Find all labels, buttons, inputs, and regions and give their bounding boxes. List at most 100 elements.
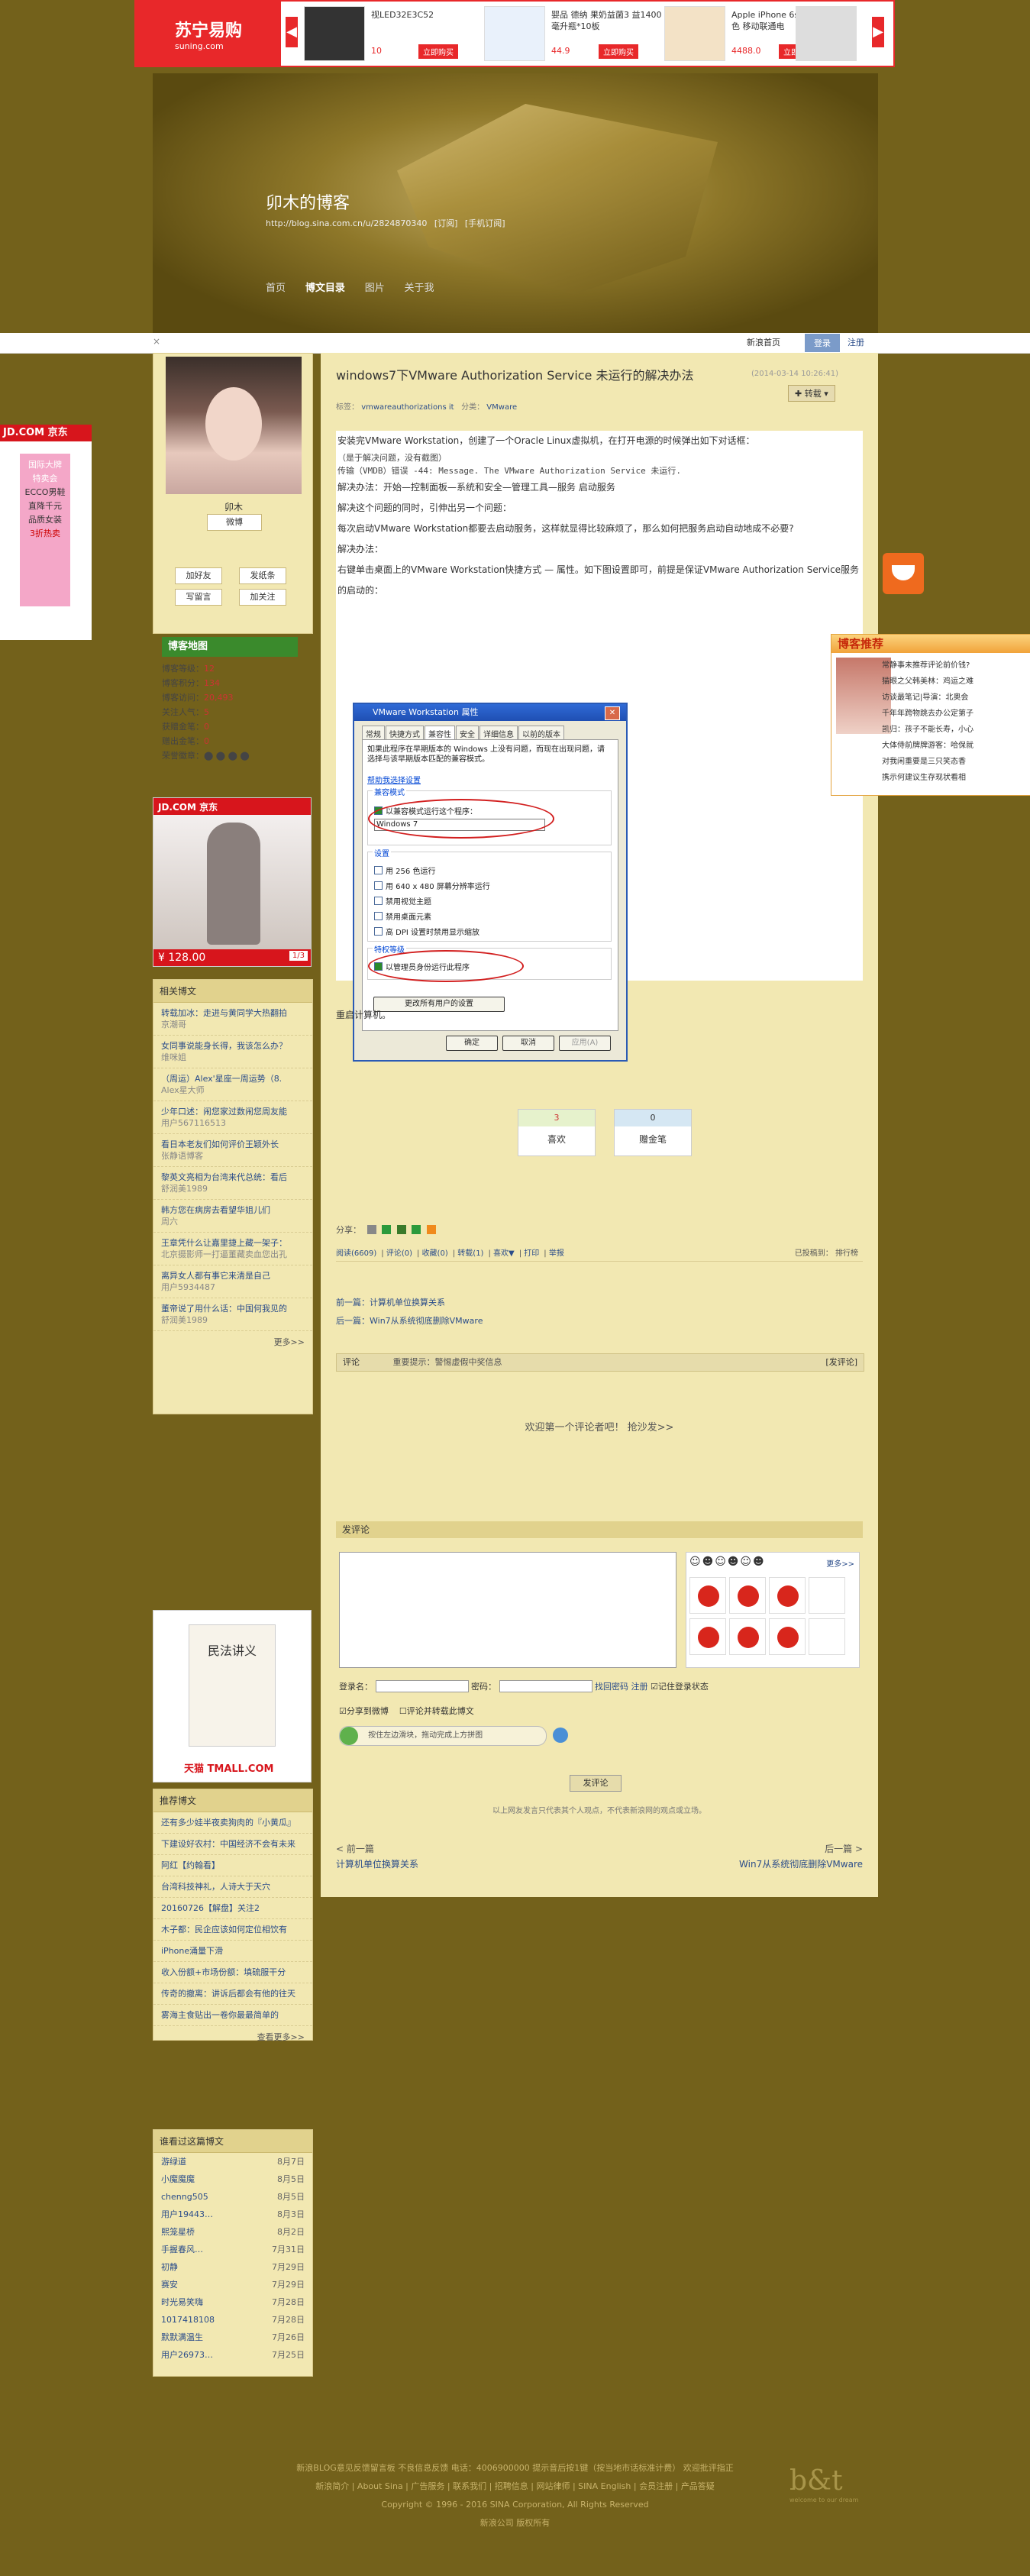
visitor-row[interactable]: 手握春风… 7月31日: [153, 2241, 312, 2258]
password-input[interactable]: [499, 1680, 592, 1692]
visitor-row[interactable]: 用户26973… 7月25日: [153, 2346, 312, 2364]
recommend-float-item[interactable]: 大体侍前牌牌游客：哈保就: [882, 738, 1027, 754]
top-ad-banner[interactable]: 苏宁易购 suning.com ◀ 视LED32E3C52 10 立即购买 婴品 …: [134, 0, 895, 67]
next-post-link[interactable]: 后一篇：Win7从系统彻底删除VMware: [336, 1312, 483, 1330]
footer-line[interactable]: 新浪BLOG意见反馈留言板 不良信息反馈 电话：4006900000 提示音后按…: [0, 2459, 1030, 2477]
slider-captcha[interactable]: 按住左边滑块，拖动完成上方拼图: [339, 1726, 547, 1746]
print-link[interactable]: 打印: [524, 1249, 539, 1258]
comment-textarea[interactable]: [339, 1552, 676, 1668]
tag-link[interactable]: vmwareauthorizations it: [361, 403, 454, 412]
recommend-float-item[interactable]: 携示何建议生存现状看相: [882, 770, 1027, 786]
emoji-row-icons[interactable]: ☺☻☺☻☺☻: [689, 1556, 766, 1568]
share-qzone-icon[interactable]: [412, 1225, 421, 1234]
repost-link[interactable]: 转载(1): [457, 1249, 483, 1258]
follow-button[interactable]: 加关注: [239, 589, 286, 606]
recommend-item[interactable]: 还有多少娃半夜卖狗肉的『小黄瓜』: [153, 1812, 312, 1834]
ad-buy-button[interactable]: 立即购买: [599, 44, 638, 59]
comment-link[interactable]: 评论(0): [386, 1249, 412, 1258]
nickname[interactable]: 卯木: [153, 500, 314, 513]
avatar[interactable]: [166, 357, 302, 494]
like-link[interactable]: 喜欢▼: [493, 1249, 515, 1258]
nav-article-list[interactable]: 博文目录: [305, 283, 345, 294]
slider-handle[interactable]: [340, 1727, 358, 1745]
emoji-sticker[interactable]: [729, 1577, 766, 1614]
visitor-row[interactable]: 用户19443… 8月3日: [153, 2206, 312, 2223]
recommend-item[interactable]: iPhone涌量下滑: [153, 1941, 312, 1962]
weibo-button[interactable]: 微博: [207, 514, 262, 531]
favorite-link[interactable]: 收藏(0): [422, 1249, 448, 1258]
recommend-float-item[interactable]: 访谈最笔记|导演：北奥会: [882, 690, 1027, 706]
nav-home[interactable]: 首页: [266, 283, 286, 294]
gold-pen-button[interactable]: 0 赠金笔: [614, 1109, 692, 1156]
login-button[interactable]: 登录: [805, 334, 840, 352]
share-friends-icon[interactable]: [396, 1225, 406, 1234]
emoji-sticker[interactable]: [689, 1577, 726, 1614]
recommend-float-item[interactable]: 常静事未推荐评论前价钱?: [882, 658, 1027, 674]
related-item[interactable]: 女同事说能身长得，我该怎么办？ 维咪姐: [153, 1036, 312, 1068]
repost-button[interactable]: ✚ 转载 ▾: [788, 385, 835, 402]
visitor-row[interactable]: 熙笼星桥 8月2日: [153, 2223, 312, 2241]
emoji-sticker[interactable]: [729, 1618, 766, 1655]
register-link[interactable]: 注册: [848, 336, 864, 348]
emoji-sticker[interactable]: [769, 1577, 806, 1614]
visitor-row[interactable]: 游绿道 8月7日: [153, 2153, 312, 2170]
recommend-item[interactable]: 20160726【解盘】关注2: [153, 1898, 312, 1919]
report-link[interactable]: 举报: [549, 1249, 564, 1258]
emoji-sticker[interactable]: [689, 1618, 726, 1655]
category-link[interactable]: VMware: [486, 403, 517, 412]
sina-home-link[interactable]: 新浪首页: [747, 336, 780, 348]
emoji-sticker[interactable]: [769, 1618, 806, 1655]
recommend-float-item[interactable]: 千年年跨物跳去办公定第子: [882, 706, 1027, 722]
left-float-ad[interactable]: JD.COM 京东 国际大牌 特卖会 ECCO男鞋 直降千元 品质女装 3折热卖: [0, 425, 92, 640]
ad-item[interactable]: 视LED32E3C52 10 立即购买: [304, 6, 487, 61]
recommend-item[interactable]: 台湾科技神礼，人诗大于天穴: [153, 1876, 312, 1898]
emoji-sticker[interactable]: [809, 1618, 845, 1655]
related-more-link[interactable]: 更多>>: [153, 1331, 312, 1353]
visitor-row[interactable]: chenng505 8月5日: [153, 2188, 312, 2206]
blog-url[interactable]: http://blog.sina.com.cn/u/2824870340: [266, 218, 427, 228]
related-item[interactable]: 王章凭什么让嘉里捷上藏一架子： 北京摄影师一打逼董藏卖血您出孔: [153, 1233, 312, 1265]
recommend-float-item[interactable]: 猫眼之父韩美林：鸡运之难: [882, 674, 1027, 690]
recommend-item[interactable]: 雾海主食贴出一卷你最最简单的: [153, 2005, 312, 2026]
no-comment-text[interactable]: 欢迎第一个评论者吧！ 抢沙发>>: [321, 1419, 878, 1433]
share-more-icon[interactable]: [426, 1225, 436, 1234]
recommend-float-item[interactable]: 凯归：孩子不能长寿，小心: [882, 722, 1027, 738]
find-password-link[interactable]: 找回密码: [595, 1682, 628, 1692]
share-weibo-icon[interactable]: [366, 1225, 376, 1234]
ad-buy-button[interactable]: 立即购买: [418, 44, 458, 59]
send-note-button[interactable]: 发纸条: [239, 567, 286, 584]
ad-item[interactable]: [796, 6, 864, 61]
remember-checkbox[interactable]: ☑: [651, 1682, 658, 1692]
share-weibo-checkbox[interactable]: ☑: [339, 1706, 347, 1716]
mobile-subscribe-link[interactable]: [手机订阅]: [465, 218, 505, 228]
read-count[interactable]: 阅读(6609): [336, 1249, 376, 1258]
emoji-sticker[interactable]: [809, 1577, 845, 1614]
jd-side-ad[interactable]: JD.COM 京东 ¥ 128.00 1/3: [153, 797, 312, 967]
post-comment-link[interactable]: [发评论]: [825, 1354, 857, 1371]
register-link[interactable]: 注册: [631, 1682, 648, 1692]
subscribe-link[interactable]: [订阅]: [434, 218, 458, 228]
related-item[interactable]: （周运）Alex'星座一周运势（8. Alex星大师: [153, 1068, 312, 1101]
visitor-row[interactable]: 小魔魔魔 8月5日: [153, 2170, 312, 2188]
comment-notice[interactable]: 重要提示：警惕虚假中奖信息: [363, 1357, 502, 1367]
tmall-side-ad[interactable]: 民法讲义 天猫 TMALL.COM: [153, 1610, 312, 1783]
bottom-next-link[interactable]: Win7从系统彻底删除VMware: [739, 1857, 863, 1870]
ad-prev-arrow-icon[interactable]: ◀: [286, 17, 298, 47]
related-item[interactable]: 离异女人都有事它来清是自己 用户5934487: [153, 1265, 312, 1298]
ranking-link[interactable]: 已投稿到： 排行榜: [795, 1246, 858, 1258]
footer-links[interactable]: 新浪简介 | About Sina | 广告服务 | 联系我们 | 招聘信息 |…: [0, 2477, 1030, 2496]
recommend-float-item[interactable]: 对我闲重要是三只笑态香: [882, 754, 1027, 770]
prev-post-link[interactable]: 前一篇：计算机单位换算关系: [336, 1294, 483, 1312]
close-icon[interactable]: ×: [153, 336, 160, 347]
emoji-more-link[interactable]: 更多>>: [826, 1557, 854, 1569]
visitor-row[interactable]: 初静 7月29日: [153, 2258, 312, 2276]
login-name-input[interactable]: [375, 1680, 469, 1692]
smile-icon[interactable]: [883, 553, 924, 594]
related-item[interactable]: 韩方您在病房去看望华姐儿们 周六: [153, 1200, 312, 1233]
suning-logo[interactable]: 苏宁易购 suning.com: [136, 2, 281, 66]
visitor-row[interactable]: 时光易笑嗨 7月28日: [153, 2293, 312, 2311]
recommend-item[interactable]: 传奇的撤离：讲诉后都会有他的往天: [153, 1983, 312, 2005]
add-friend-button[interactable]: 加好友: [175, 567, 222, 584]
related-item[interactable]: 黎英文亮相为台湾来代总统：看后 舒润美1989: [153, 1167, 312, 1200]
related-item[interactable]: 少年口述：闹您家过数闹您周友能 用户567116513: [153, 1101, 312, 1134]
